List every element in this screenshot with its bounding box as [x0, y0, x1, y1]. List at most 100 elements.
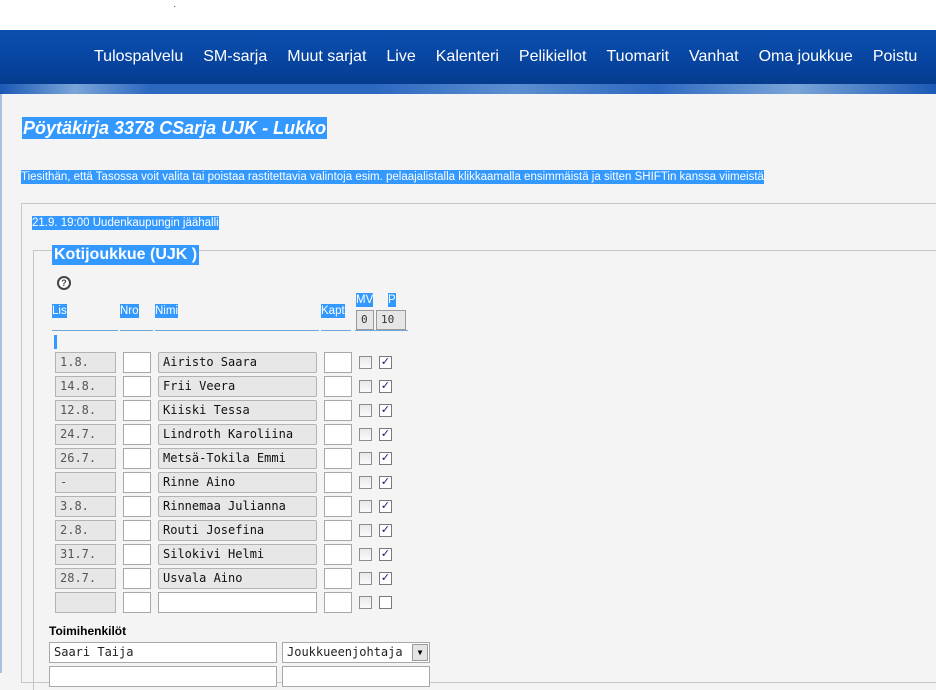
col-header-p[interactable]: P	[388, 293, 396, 307]
number-input[interactable]	[123, 448, 151, 469]
col-underline-nro	[120, 330, 153, 331]
nav-item[interactable]: Oma joukkue	[749, 48, 863, 66]
nav-item[interactable]: Muut sarjat	[277, 48, 376, 66]
license-date-field: 14.8.	[55, 376, 116, 397]
goalie-checkbox[interactable]	[359, 476, 372, 489]
nav-item[interactable]: SM-sarja	[193, 48, 277, 66]
col-header-kapt[interactable]: Kapt	[321, 304, 345, 318]
player-present-checkbox[interactable]: ✓	[379, 452, 392, 465]
player-name-field[interactable]	[158, 592, 317, 613]
license-date-field: 3.8.	[55, 496, 116, 517]
player-name-field[interactable]: Frii Veera	[158, 376, 317, 397]
player-present-checkbox[interactable]	[379, 596, 392, 609]
captain-input[interactable]	[324, 568, 352, 589]
number-input[interactable]	[123, 520, 151, 541]
captain-input[interactable]	[324, 424, 352, 445]
nav-item[interactable]: Tuomarit	[597, 48, 680, 66]
license-date-field: 2.8.	[55, 520, 116, 541]
player-name-field[interactable]: Silokivi Helmi	[158, 544, 317, 565]
number-input[interactable]	[123, 472, 151, 493]
player-name-field[interactable]: Usvala Aino	[158, 568, 317, 589]
player-present-checkbox[interactable]: ✓	[379, 380, 392, 393]
player-present-checkbox[interactable]: ✓	[379, 404, 392, 417]
number-input[interactable]	[123, 400, 151, 421]
license-date-field: 12.8.	[55, 400, 116, 421]
license-date-field: 1.8.	[55, 352, 116, 373]
goalie-checkbox[interactable]	[359, 452, 372, 465]
number-input[interactable]	[123, 568, 151, 589]
goalie-checkbox[interactable]	[359, 380, 372, 393]
col-underline-lis	[52, 330, 118, 331]
player-row: 31.7. Silokivi Helmi ✓	[0, 544, 936, 566]
license-date-field	[55, 592, 116, 613]
nav-item[interactable]: Tulospalvelu	[84, 48, 193, 66]
staff-name-input[interactable]: Saari Taija	[49, 642, 277, 663]
player-row	[0, 592, 936, 614]
staff-role-select[interactable]	[282, 666, 430, 687]
player-name-field[interactable]: Kiiski Tessa	[158, 400, 317, 421]
player-row: 26.7. Metsä-Tokila Emmi ✓	[0, 448, 936, 470]
goalie-checkbox[interactable]	[359, 404, 372, 417]
captain-input[interactable]	[324, 496, 352, 517]
captain-input[interactable]	[324, 400, 352, 421]
captain-input[interactable]	[324, 544, 352, 565]
player-row: 3.8. Rinnemaa Julianna ✓	[0, 496, 936, 518]
goalie-checkbox[interactable]	[359, 428, 372, 441]
col-header-lis[interactable]: Lis	[52, 304, 67, 318]
nav-decor-band	[0, 84, 936, 94]
number-input[interactable]	[123, 592, 151, 613]
staff-name-input[interactable]	[49, 666, 277, 687]
page-title: Pöytäkirja 3378 CSarja UJK - Lukko	[22, 117, 328, 139]
player-present-checkbox[interactable]: ✓	[379, 476, 392, 489]
player-present-checkbox[interactable]: ✓	[379, 500, 392, 513]
chevron-down-icon[interactable]: ▼	[412, 644, 428, 661]
license-date-field: -	[55, 472, 116, 493]
player-present-checkbox[interactable]: ✓	[379, 524, 392, 537]
nav-item[interactable]: Poistu	[863, 48, 927, 66]
player-present-checkbox[interactable]: ✓	[379, 548, 392, 561]
col-header-nro[interactable]: Nro	[120, 304, 139, 318]
captain-input[interactable]	[324, 592, 352, 613]
home-team-legend: Kotijoukkue (UJK )	[52, 245, 200, 265]
player-present-checkbox[interactable]: ✓	[379, 572, 392, 585]
text-cursor	[54, 335, 57, 349]
number-input[interactable]	[123, 544, 151, 565]
goalie-checkbox[interactable]	[359, 596, 372, 609]
number-input[interactable]	[123, 496, 151, 517]
goalie-checkbox[interactable]	[359, 572, 372, 585]
number-input[interactable]	[123, 424, 151, 445]
player-present-checkbox[interactable]: ✓	[379, 428, 392, 441]
nav-item[interactable]: Live	[376, 48, 425, 66]
player-name-field[interactable]: Rinnemaa Julianna	[158, 496, 317, 517]
captain-input[interactable]	[324, 472, 352, 493]
number-input[interactable]	[123, 352, 151, 373]
col-header-mv[interactable]: MV	[356, 293, 374, 307]
player-name-field[interactable]: Lindroth Karoliina	[158, 424, 317, 445]
number-input[interactable]	[123, 376, 151, 397]
goalie-checkbox[interactable]	[359, 548, 372, 561]
player-name-field[interactable]: Metsä-Tokila Emmi	[158, 448, 317, 469]
captain-input[interactable]	[324, 352, 352, 373]
goalie-checkbox[interactable]	[359, 524, 372, 537]
col-header-nimi[interactable]: Nimi	[155, 304, 178, 318]
main-nav: Tulospalvelu SM-sarja Muut sarjat Live Kalen…	[84, 30, 927, 84]
staff-role-select[interactable]: Joukkueenjohtaja ▼	[282, 642, 430, 663]
player-name-field[interactable]: Rinne Aino	[158, 472, 317, 493]
captain-input[interactable]	[324, 376, 352, 397]
player-name-field[interactable]: Airisto Saara	[158, 352, 317, 373]
mv-count: 0	[356, 310, 374, 330]
captain-input[interactable]	[324, 520, 352, 541]
captain-input[interactable]	[324, 448, 352, 469]
goalie-checkbox[interactable]	[359, 356, 372, 369]
player-row: 24.7. Lindroth Karoliina ✓	[0, 424, 936, 446]
nav-item[interactable]: Kalenteri	[426, 48, 509, 66]
player-row: - Rinne Aino ✓	[0, 472, 936, 494]
top-dot: ·	[173, 1, 177, 12]
player-name-field[interactable]: Routi Josefina	[158, 520, 317, 541]
nav-item[interactable]: Vanhat	[679, 48, 749, 66]
nav-item[interactable]: Pelikiellot	[509, 48, 597, 66]
player-present-checkbox[interactable]: ✓	[379, 356, 392, 369]
goalie-checkbox[interactable]	[359, 500, 372, 513]
player-row: 14.8. Frii Veera ✓	[0, 376, 936, 398]
help-icon[interactable]: ?	[57, 276, 71, 290]
